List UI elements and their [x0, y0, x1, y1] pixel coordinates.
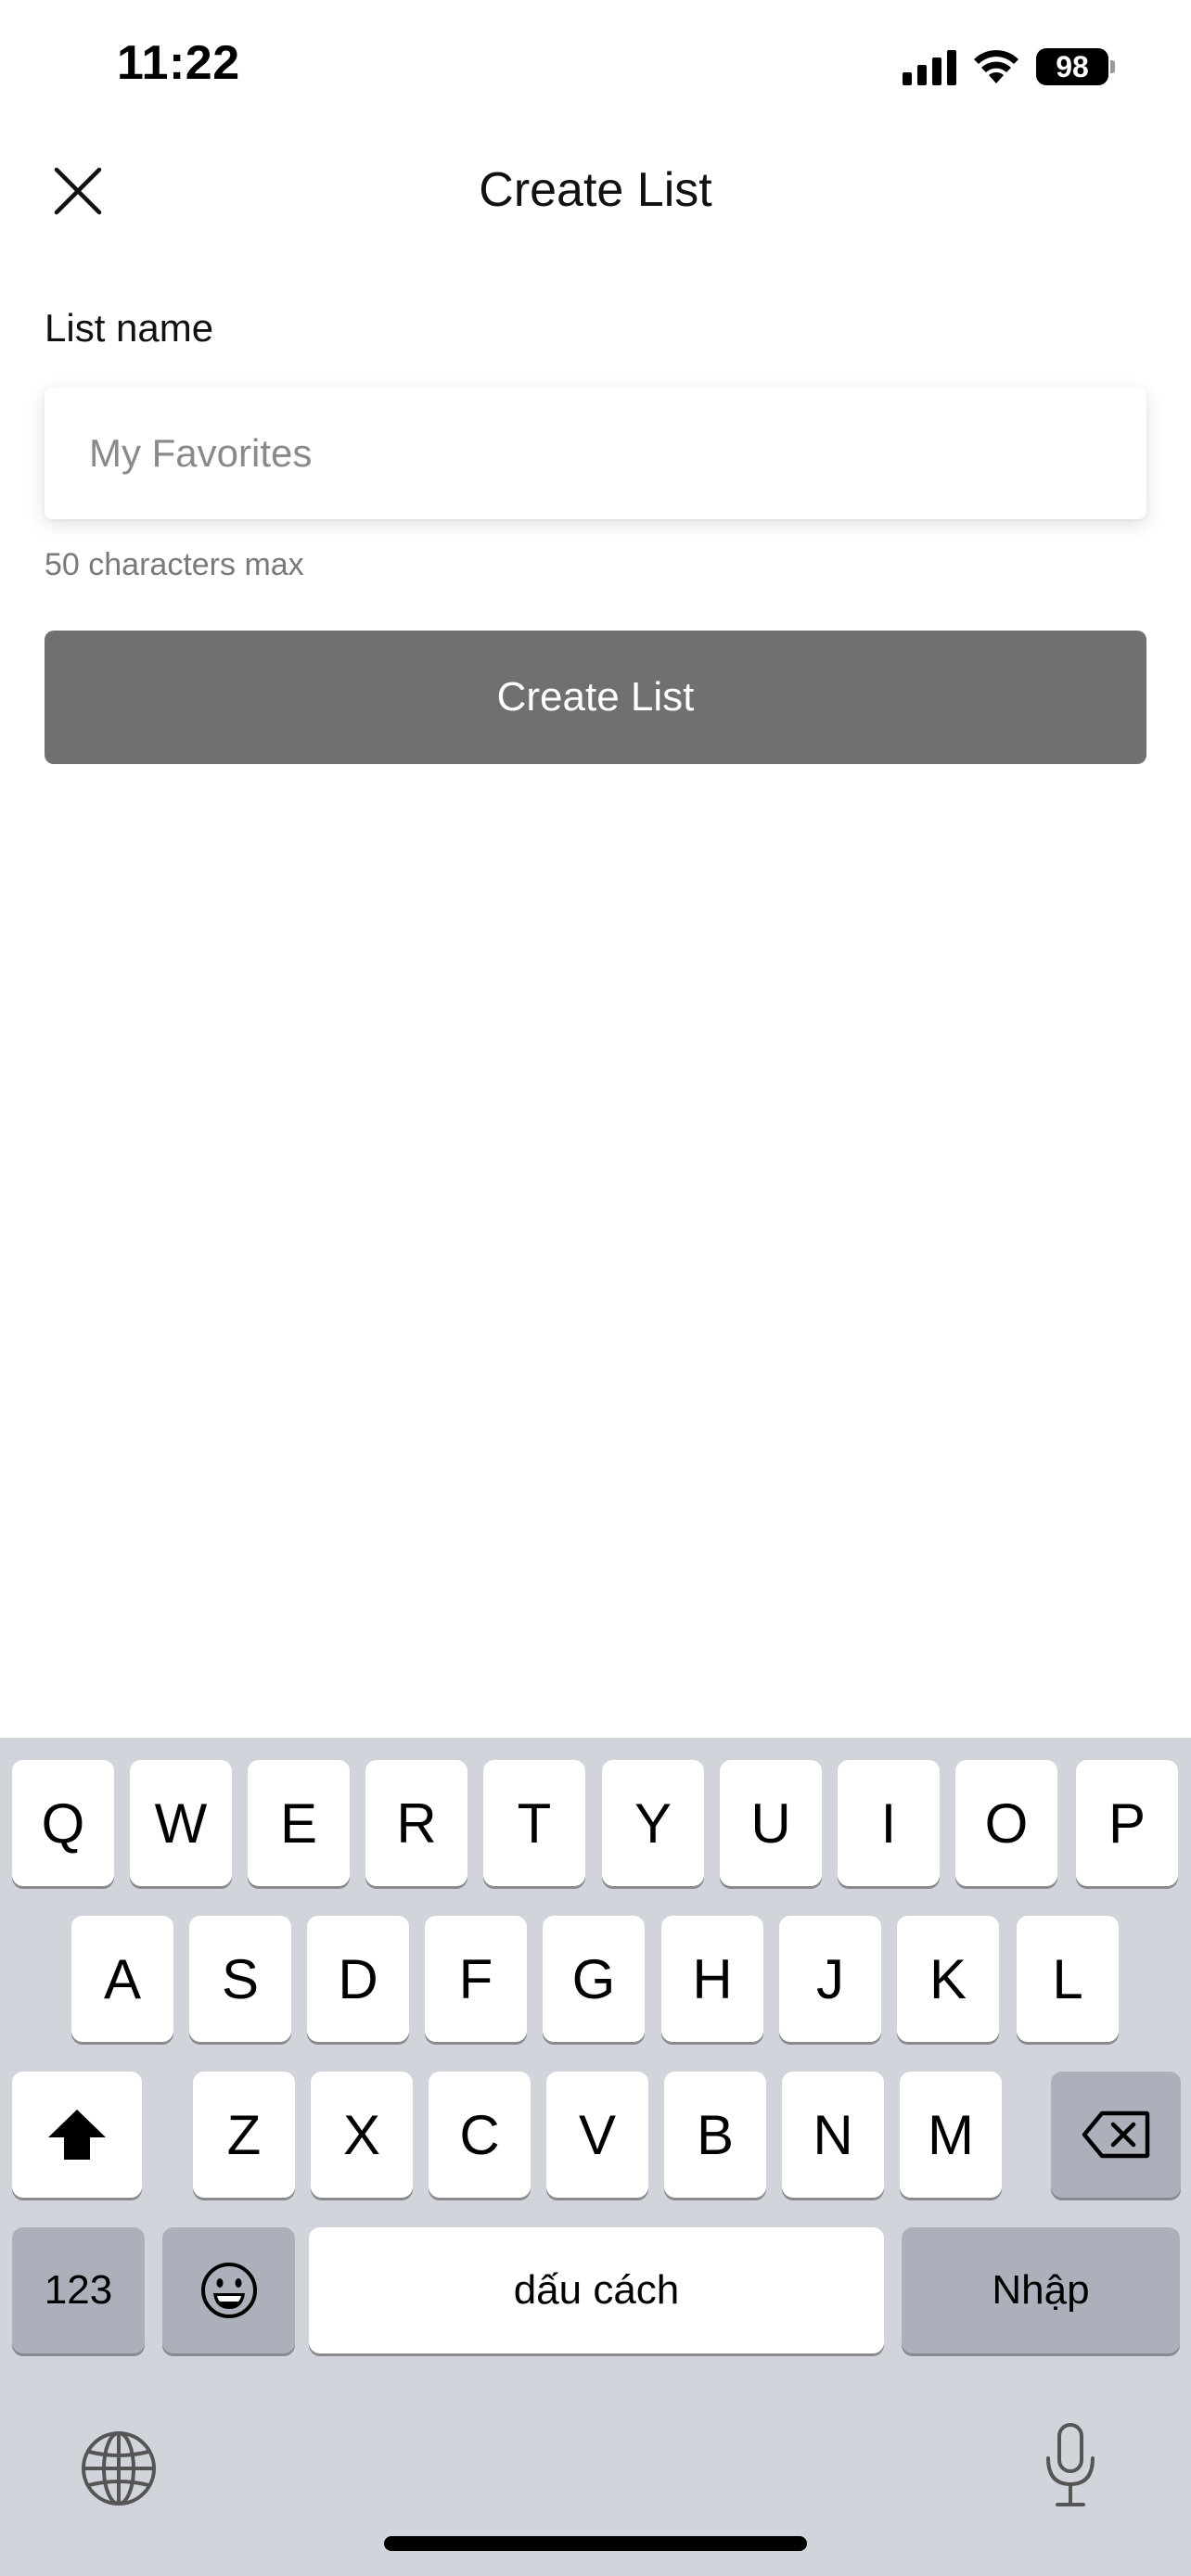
list-name-field [45, 388, 1146, 519]
create-list-button[interactable]: Create List [45, 631, 1146, 764]
backspace-icon [1082, 2111, 1150, 2159]
key-e[interactable]: E [248, 1760, 350, 1886]
key-n[interactable]: N [782, 2072, 884, 2198]
microphone-icon [1046, 2423, 1095, 2506]
battery-level: 98 [1036, 48, 1108, 85]
key-y[interactable]: Y [602, 1760, 704, 1886]
key-c[interactable]: C [429, 2072, 531, 2198]
key-t[interactable]: T [483, 1760, 585, 1886]
key-l[interactable]: L [1017, 1916, 1119, 2042]
shift-key[interactable] [12, 2072, 142, 2198]
key-d[interactable]: D [307, 1916, 409, 2042]
backspace-key[interactable] [1051, 2072, 1181, 2198]
status-icons: 98 [903, 45, 1115, 89]
key-x[interactable]: X [311, 2072, 413, 2198]
key-h[interactable]: H [661, 1916, 763, 2042]
header: Create List [0, 139, 1191, 241]
list-name-input[interactable] [45, 388, 1146, 519]
status-time: 11:22 [117, 36, 240, 90]
key-a[interactable]: A [71, 1916, 173, 2042]
key-w[interactable]: W [130, 1760, 232, 1886]
key-z[interactable]: Z [193, 2072, 295, 2198]
home-indicator [384, 2536, 807, 2551]
shift-icon [48, 2110, 106, 2160]
key-s[interactable]: S [189, 1916, 291, 2042]
battery-icon: 98 [1036, 48, 1115, 85]
key-p[interactable]: P [1076, 1760, 1178, 1886]
key-u[interactable]: U [720, 1760, 822, 1886]
wifi-icon [974, 50, 1018, 83]
key-q[interactable]: Q [12, 1760, 114, 1886]
page-title: Create List [479, 163, 712, 217]
globe-icon [82, 2431, 156, 2506]
list-name-label: List name [45, 306, 214, 350]
space-key[interactable]: dấu cách [309, 2227, 884, 2353]
dictation-button[interactable] [1026, 2415, 1115, 2517]
return-key[interactable]: Nhập [902, 2227, 1180, 2353]
key-i[interactable]: I [838, 1760, 940, 1886]
key-o[interactable]: O [955, 1760, 1057, 1886]
globe-button[interactable] [74, 2424, 163, 2513]
key-v[interactable]: V [546, 2072, 648, 2198]
emoji-icon [200, 2263, 257, 2318]
key-k[interactable]: K [897, 1916, 999, 2042]
key-b[interactable]: B [664, 2072, 766, 2198]
status-bar: 11:22 98 [0, 0, 1191, 139]
key-m[interactable]: M [900, 2072, 1002, 2198]
emoji-key[interactable] [162, 2227, 295, 2353]
cellular-signal-icon [903, 48, 956, 85]
key-g[interactable]: G [543, 1916, 645, 2042]
numbers-key[interactable]: 123 [12, 2227, 145, 2353]
keyboard: Q W E R T Y U I O P A S D F G H J K L Z … [0, 1738, 1191, 2576]
character-limit-hint: 50 characters max [45, 547, 304, 582]
key-f[interactable]: F [425, 1916, 527, 2042]
key-j[interactable]: J [779, 1916, 881, 2042]
key-r[interactable]: R [365, 1760, 467, 1886]
